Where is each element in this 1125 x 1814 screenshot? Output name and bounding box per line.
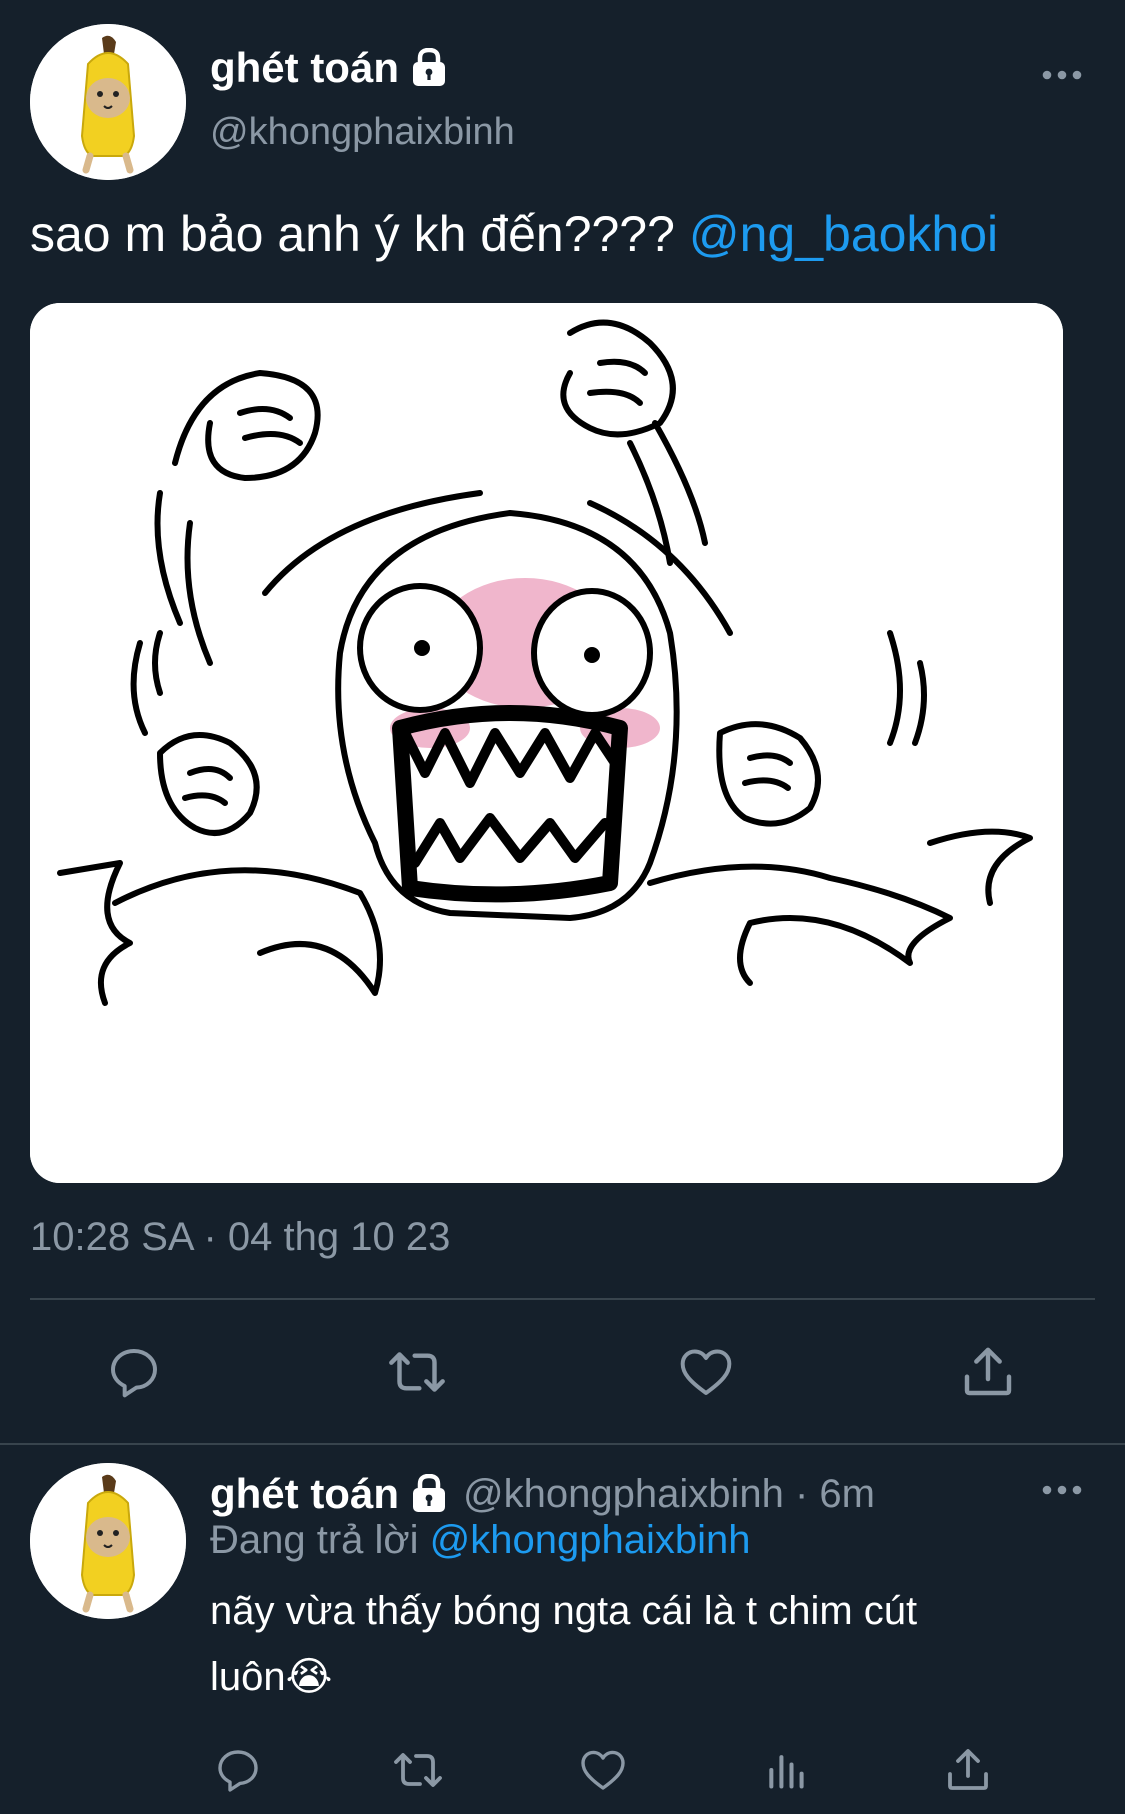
more-icon[interactable] <box>1042 69 1082 81</box>
reply-handle-time[interactable]: @khongphaixbinh · 6m <box>463 1472 875 1517</box>
reply-like-button[interactable] <box>571 1742 635 1798</box>
like-button[interactable] <box>670 1342 742 1402</box>
reply-display-name[interactable]: ghét toán <box>210 1470 399 1518</box>
tweet-body: sao m bảo anh ý kh đến???? <box>30 206 675 262</box>
reply-share-button[interactable] <box>936 1742 1000 1798</box>
reply-avatar[interactable] <box>30 1463 186 1619</box>
banana-cat-avatar-image <box>30 1463 186 1619</box>
divider <box>30 1298 1095 1300</box>
reply-text-line-1: nãy vừa thấy bóng ngta cái là t chim cút <box>210 1589 918 1633</box>
main-tweet: ghét toán @khongphaixbinh sao m bảo anh … <box>0 0 1125 1443</box>
lock-icon <box>412 48 445 86</box>
reply-header-row: ghét toán @khongphaixbinh · 6m <box>210 1470 875 1518</box>
reply-text-line-2-row: luôn😭 <box>210 1644 1090 1710</box>
display-name[interactable]: ghét toán <box>210 44 399 92</box>
tweet-image[interactable] <box>30 303 1063 1183</box>
reply-retweet-button[interactable] <box>386 1742 450 1798</box>
replying-to-line: Đang trả lời @khongphaixbinh <box>210 1518 751 1563</box>
reply-more-icon[interactable] <box>1042 1484 1082 1496</box>
section-divider <box>0 1443 1125 1445</box>
retweet-button[interactable] <box>381 1342 453 1402</box>
retweet-icon <box>389 1352 445 1392</box>
reply-icon <box>218 1750 258 1792</box>
reply-icon <box>111 1349 157 1398</box>
reply-text: nãy vừa thấy bóng ngta cái là t chim cút… <box>210 1578 1090 1710</box>
tweet-timestamp[interactable]: 10:28 SA · 04 thg 10 23 <box>30 1215 450 1260</box>
replying-prefix: Đang trả lời <box>210 1518 419 1562</box>
replying-to-link[interactable]: @khongphaixbinh <box>430 1518 751 1562</box>
angry-doodle-image <box>30 303 1063 1183</box>
like-icon <box>581 1750 625 1790</box>
tweet-text: sao m bảo anh ý kh đến???? @ng_baokhoi <box>30 205 998 263</box>
crying-emoji: 😭 <box>285 1655 333 1699</box>
display-name-row: ghét toán <box>210 44 449 92</box>
avatar[interactable] <box>30 24 186 180</box>
retweet-icon <box>394 1753 442 1787</box>
handle[interactable]: @khongphaixbinh <box>210 111 515 154</box>
like-icon <box>680 1349 732 1395</box>
analytics-icon <box>769 1755 804 1789</box>
share-icon <box>948 1749 988 1790</box>
banana-cat-avatar-image <box>30 24 186 180</box>
reply-button[interactable] <box>98 1342 170 1402</box>
reply-text-line-2: luôn <box>210 1655 286 1699</box>
reply-reply-button[interactable] <box>206 1742 270 1798</box>
lock-icon <box>412 1474 445 1512</box>
reply-analytics-button[interactable] <box>754 1742 818 1798</box>
mention-link[interactable]: @ng_baokhoi <box>689 206 998 262</box>
share-button[interactable] <box>952 1342 1024 1402</box>
share-icon <box>964 1347 1012 1396</box>
